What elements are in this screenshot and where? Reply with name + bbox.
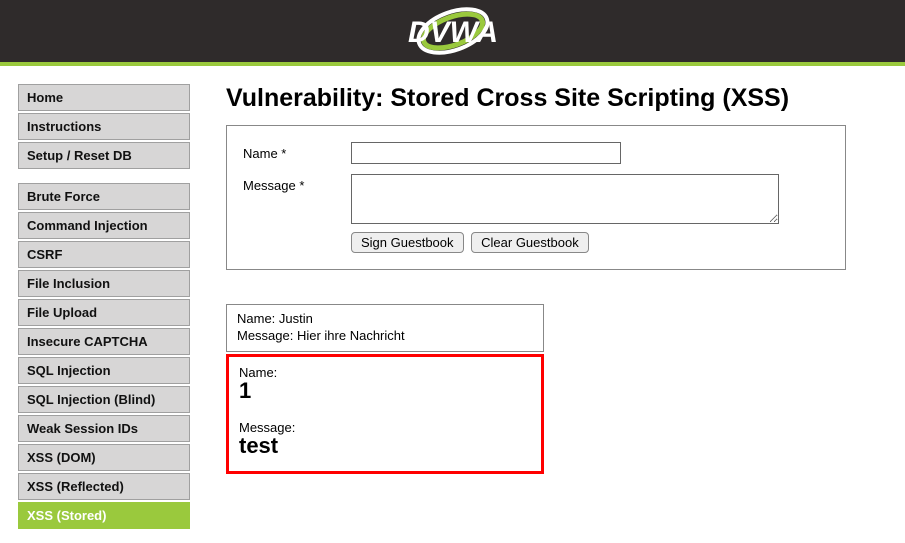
entry-message-line: Message: Hier ihre Nachricht [237, 328, 533, 345]
nav-insecure-captcha[interactable]: Insecure CAPTCHA [18, 328, 190, 355]
nav-command-injection[interactable]: Command Injection [18, 212, 190, 239]
sidebar-nav: HomeInstructionsSetup / Reset DB Brute F… [18, 84, 190, 543]
name-label: Name * [243, 142, 351, 161]
nav-xss-stored[interactable]: XSS (Stored) [18, 502, 190, 529]
entry-name-line: Name: Justin [237, 311, 533, 328]
nav-sql-injection[interactable]: SQL Injection [18, 357, 190, 384]
svg-text:DVWA: DVWA [408, 16, 498, 49]
dvwa-logo: DVWA [358, 4, 548, 58]
clear-guestbook-button[interactable]: Clear Guestbook [471, 232, 589, 253]
nav-instructions[interactable]: Instructions [18, 113, 190, 140]
name-input[interactable] [351, 142, 621, 164]
guestbook-entry: Name: Justin Message: Hier ihre Nachrich… [226, 304, 544, 352]
app-header: DVWA [0, 0, 905, 66]
sign-guestbook-button[interactable]: Sign Guestbook [351, 232, 464, 253]
highlight-name-value: 1 [239, 380, 531, 402]
main-content: Vulnerability: Stored Cross Site Scripti… [190, 84, 870, 543]
nav-weak-session-ids[interactable]: Weak Session IDs [18, 415, 190, 442]
nav-xss-dom[interactable]: XSS (DOM) [18, 444, 190, 471]
nav-brute-force[interactable]: Brute Force [18, 183, 190, 210]
guestbook-highlight-entry: Name: 1 Message: test [226, 354, 544, 474]
nav-xss-reflected[interactable]: XSS (Reflected) [18, 473, 190, 500]
message-textarea[interactable] [351, 174, 779, 224]
highlight-message-value: test [239, 435, 531, 457]
nav-file-inclusion[interactable]: File Inclusion [18, 270, 190, 297]
nav-csrf[interactable]: CSRF [18, 241, 190, 268]
nav-file-upload[interactable]: File Upload [18, 299, 190, 326]
highlight-message-label: Message: [239, 420, 531, 435]
page-title: Vulnerability: Stored Cross Site Scripti… [226, 84, 846, 113]
nav-home[interactable]: Home [18, 84, 190, 111]
nav-group-general: HomeInstructionsSetup / Reset DB [18, 84, 190, 169]
highlight-name-label: Name: [239, 365, 531, 380]
guestbook-form: Name * Message * Sign Guestbook Clear Gu… [226, 125, 846, 270]
nav-setup[interactable]: Setup / Reset DB [18, 142, 190, 169]
nav-sql-injection-blind[interactable]: SQL Injection (Blind) [18, 386, 190, 413]
nav-group-vulns: Brute ForceCommand InjectionCSRFFile Inc… [18, 183, 190, 529]
message-label: Message * [243, 174, 351, 193]
